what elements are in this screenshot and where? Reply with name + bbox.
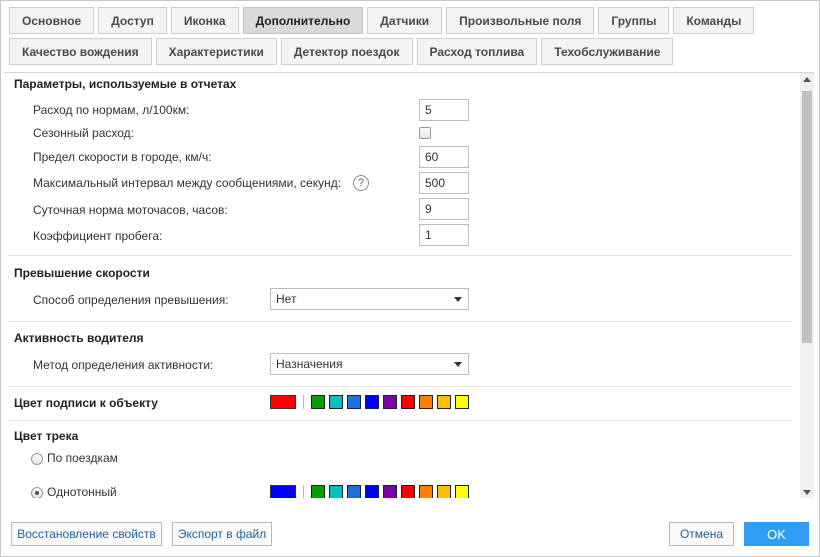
color-swatch[interactable] [329,485,343,498]
tab-дополнительно[interactable]: Дополнительно [242,7,364,34]
activity-method-select[interactable]: Назначения [270,353,469,375]
color-swatch[interactable] [419,395,433,409]
section-title-driver-activity: Активность водителя [14,331,144,345]
tab-датчики[interactable]: Датчики [367,7,443,34]
max-interval-input[interactable]: 500 [419,172,469,194]
tab-основное[interactable]: Основное [9,7,95,34]
chevron-down-icon [454,297,462,302]
divider [8,386,792,387]
tab-row-1: Основное Доступ Иконка Дополнительно Датчики… [9,7,813,34]
tab-техобслуживание[interactable]: Техобслуживание [541,38,674,65]
norm-consumption-label: Расход по нормам, л/100км: [33,103,190,117]
scrollbar-thumb[interactable] [802,91,812,343]
divider [8,420,792,421]
color-swatch[interactable] [455,395,469,409]
color-swatch[interactable] [365,485,379,498]
divider [8,321,792,322]
track-mono-label: Однотонный [47,485,117,498]
color-swatch[interactable] [311,485,325,498]
chevron-down-icon [454,362,462,367]
color-swatch[interactable] [437,485,451,498]
properties-scroll-area[interactable]: Параметры, используемые в отчетах Расход… [4,73,798,498]
color-swatch[interactable] [437,395,451,409]
color-swatch[interactable] [401,395,415,409]
divider [8,255,792,256]
color-swatch[interactable] [383,485,397,498]
color-swatch[interactable] [311,395,325,409]
section-title-speeding: Превышение скорости [14,266,150,280]
activity-method-value: Назначения [276,357,343,371]
color-swatch[interactable] [347,485,361,498]
city-speed-label: Предел скорости в городе, км/ч: [33,150,212,164]
section-title-label-color: Цвет подписи к объекту [14,396,158,410]
palette-separator [303,395,304,409]
tab-расход-топлива[interactable]: Расход топлива [416,38,538,65]
track-by-trips-label: По поездкам [47,451,118,465]
cancel-button[interactable]: Отмена [669,522,734,546]
track-color-current-swatch[interactable] [270,485,296,498]
tab-иконка[interactable]: Иконка [170,7,239,34]
tab-команды[interactable]: Команды [673,7,755,34]
tab-детектор-поездок[interactable]: Детектор поездок [280,38,413,65]
palette-separator [303,485,304,498]
engine-hours-input[interactable]: 9 [419,198,469,220]
label-color-palette [311,395,469,409]
scroll-up-arrow-icon[interactable] [803,77,811,82]
tab-группы[interactable]: Группы [598,7,670,34]
speeding-method-value: Нет [276,292,297,306]
restore-properties-button[interactable]: Восстановление свойств [11,522,162,546]
scroll-down-arrow-icon[interactable] [803,490,811,495]
help-icon[interactable]: ? [353,175,369,191]
properties-panel: Параметры, используемые в отчетах Расход… [4,72,814,498]
track-color-palette [311,485,469,498]
section-title-report-params: Параметры, используемые в отчетах [14,77,237,91]
speeding-method-select[interactable]: Нет [270,288,469,310]
tab-доступ[interactable]: Доступ [98,7,167,34]
max-interval-label: Максимальный интервал между сообщениями,… [33,176,342,190]
ok-button[interactable]: OK [744,522,809,546]
track-by-trips-radio[interactable] [31,453,43,465]
mileage-coef-input[interactable]: 1 [419,224,469,246]
tab-произвольные-поля[interactable]: Произвольные поля [446,7,595,34]
tab-row-2: Качество вождения Характеристики Детектор … [9,38,813,65]
color-swatch[interactable] [365,395,379,409]
color-swatch[interactable] [329,395,343,409]
track-mono-radio[interactable] [31,487,43,498]
color-swatch[interactable] [383,395,397,409]
tab-качество-вождения[interactable]: Качество вождения [9,38,152,65]
color-swatch[interactable] [347,395,361,409]
export-file-button[interactable]: Экспорт в файл [172,522,272,546]
label-color-current-swatch[interactable] [270,395,296,409]
mileage-coef-label: Коэффициент пробега: [33,229,163,243]
color-swatch[interactable] [419,485,433,498]
tab-bar: Основное Доступ Иконка Дополнительно Датчики… [9,7,813,69]
section-title-track-color: Цвет трека [14,429,79,443]
color-swatch[interactable] [455,485,469,498]
color-swatch[interactable] [401,485,415,498]
city-speed-input[interactable]: 60 [419,146,469,168]
engine-hours-label: Суточная норма моточасов, часов: [33,203,228,217]
vertical-scrollbar[interactable] [800,73,814,498]
seasonal-consumption-label: Сезонный расход: [33,126,134,140]
tab-характеристики[interactable]: Характеристики [155,38,277,65]
activity-method-label: Метод определения активности: [33,358,214,372]
speeding-method-label: Способ определения превышения: [33,293,229,307]
seasonal-consumption-checkbox[interactable] [419,127,431,139]
norm-consumption-input[interactable]: 5 [419,99,469,121]
